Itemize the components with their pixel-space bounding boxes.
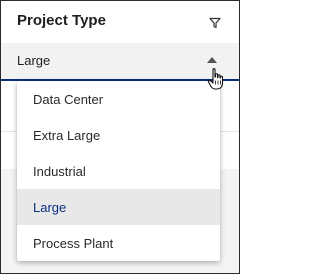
option-industrial[interactable]: Industrial (17, 153, 220, 189)
project-type-select[interactable]: Large (1, 43, 239, 81)
option-extra-large[interactable]: Extra Large (17, 117, 220, 153)
filter-icon (209, 17, 221, 29)
option-data-center[interactable]: Data Center (17, 81, 220, 117)
caret-up-icon[interactable] (207, 57, 217, 63)
panel-header: Project Type (1, 1, 239, 43)
option-label: Large (33, 200, 67, 215)
option-label: Data Center (33, 92, 104, 107)
option-process-plant[interactable]: Process Plant (17, 225, 220, 261)
option-label: Industrial (33, 164, 86, 179)
option-label: Process Plant (33, 236, 114, 251)
filter-button[interactable] (206, 14, 224, 32)
select-value: Large (17, 53, 51, 68)
panel-title: Project Type (17, 12, 106, 29)
option-label: Extra Large (33, 128, 101, 143)
project-type-filter-panel: Project Type Large Data Center Extra Lar… (0, 0, 240, 274)
dropdown-list: Data Center Extra Large Industrial Large… (17, 81, 220, 261)
option-large[interactable]: Large (17, 189, 220, 225)
